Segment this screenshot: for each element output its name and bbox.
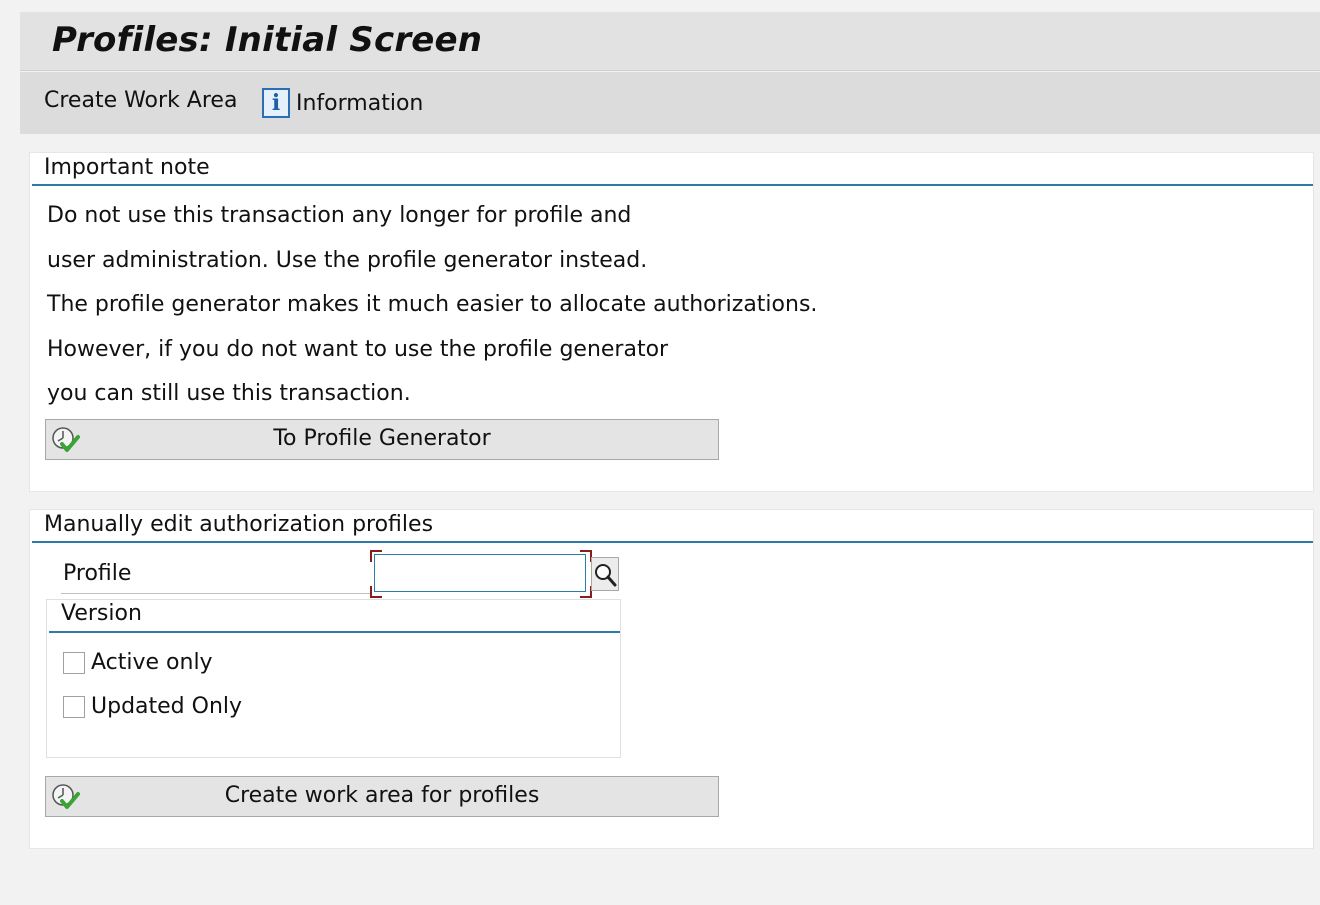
manual-edit-title: Manually edit authorization profiles <box>44 512 434 537</box>
section-divider <box>32 184 1313 186</box>
important-note-panel: Important note Do not use this transacti… <box>29 152 1314 492</box>
profile-input-wrapper <box>370 550 592 598</box>
to-profile-generator-button[interactable]: To Profile Generator <box>45 419 719 460</box>
title-bar: Profiles: Initial Screen <box>20 12 1320 71</box>
profile-label: Profile <box>63 561 132 586</box>
active-only-checkbox-row[interactable]: Active only <box>63 650 213 675</box>
updated-only-checkbox-row[interactable]: Updated Only <box>63 694 242 719</box>
to-profile-generator-label: To Profile Generator <box>273 426 491 451</box>
information-label: Information <box>296 90 424 116</box>
note-line: Do not use this transaction any longer f… <box>47 203 632 228</box>
updated-only-checkbox[interactable] <box>63 695 85 718</box>
active-only-checkbox[interactable] <box>63 651 85 674</box>
note-line: user administration. Use the profile gen… <box>47 248 648 273</box>
version-title: Version <box>61 601 142 626</box>
section-divider <box>32 541 1313 543</box>
updated-only-label: Updated Only <box>91 694 243 719</box>
section-divider <box>49 631 620 633</box>
note-line: However, if you do not want to use the p… <box>47 337 669 362</box>
create-work-area-for-profiles-button[interactable]: Create work area for profiles <box>45 776 719 817</box>
active-only-label: Active only <box>91 650 213 675</box>
profile-label-underline <box>61 593 371 594</box>
magnifier-search-icon <box>595 564 617 587</box>
important-note-title: Important note <box>44 155 210 180</box>
manual-edit-panel: Manually edit authorization profiles Pro… <box>29 509 1314 849</box>
page-title: Profiles: Initial Screen <box>52 20 483 60</box>
information-button[interactable]: i Information <box>262 88 423 118</box>
create-work-area-button[interactable]: Create Work Area <box>44 88 237 113</box>
profile-search-help-button[interactable] <box>591 557 619 591</box>
application-toolbar: Create Work Area i Information <box>20 72 1320 134</box>
profile-input[interactable] <box>374 554 586 592</box>
info-icon: i <box>262 88 290 118</box>
version-group: Version Active only Updated Only <box>46 599 621 758</box>
note-line: you can still use this transaction. <box>47 381 411 406</box>
create-work-area-for-profiles-label: Create work area for profiles <box>224 783 540 808</box>
note-line: The profile generator makes it much easi… <box>47 292 818 317</box>
